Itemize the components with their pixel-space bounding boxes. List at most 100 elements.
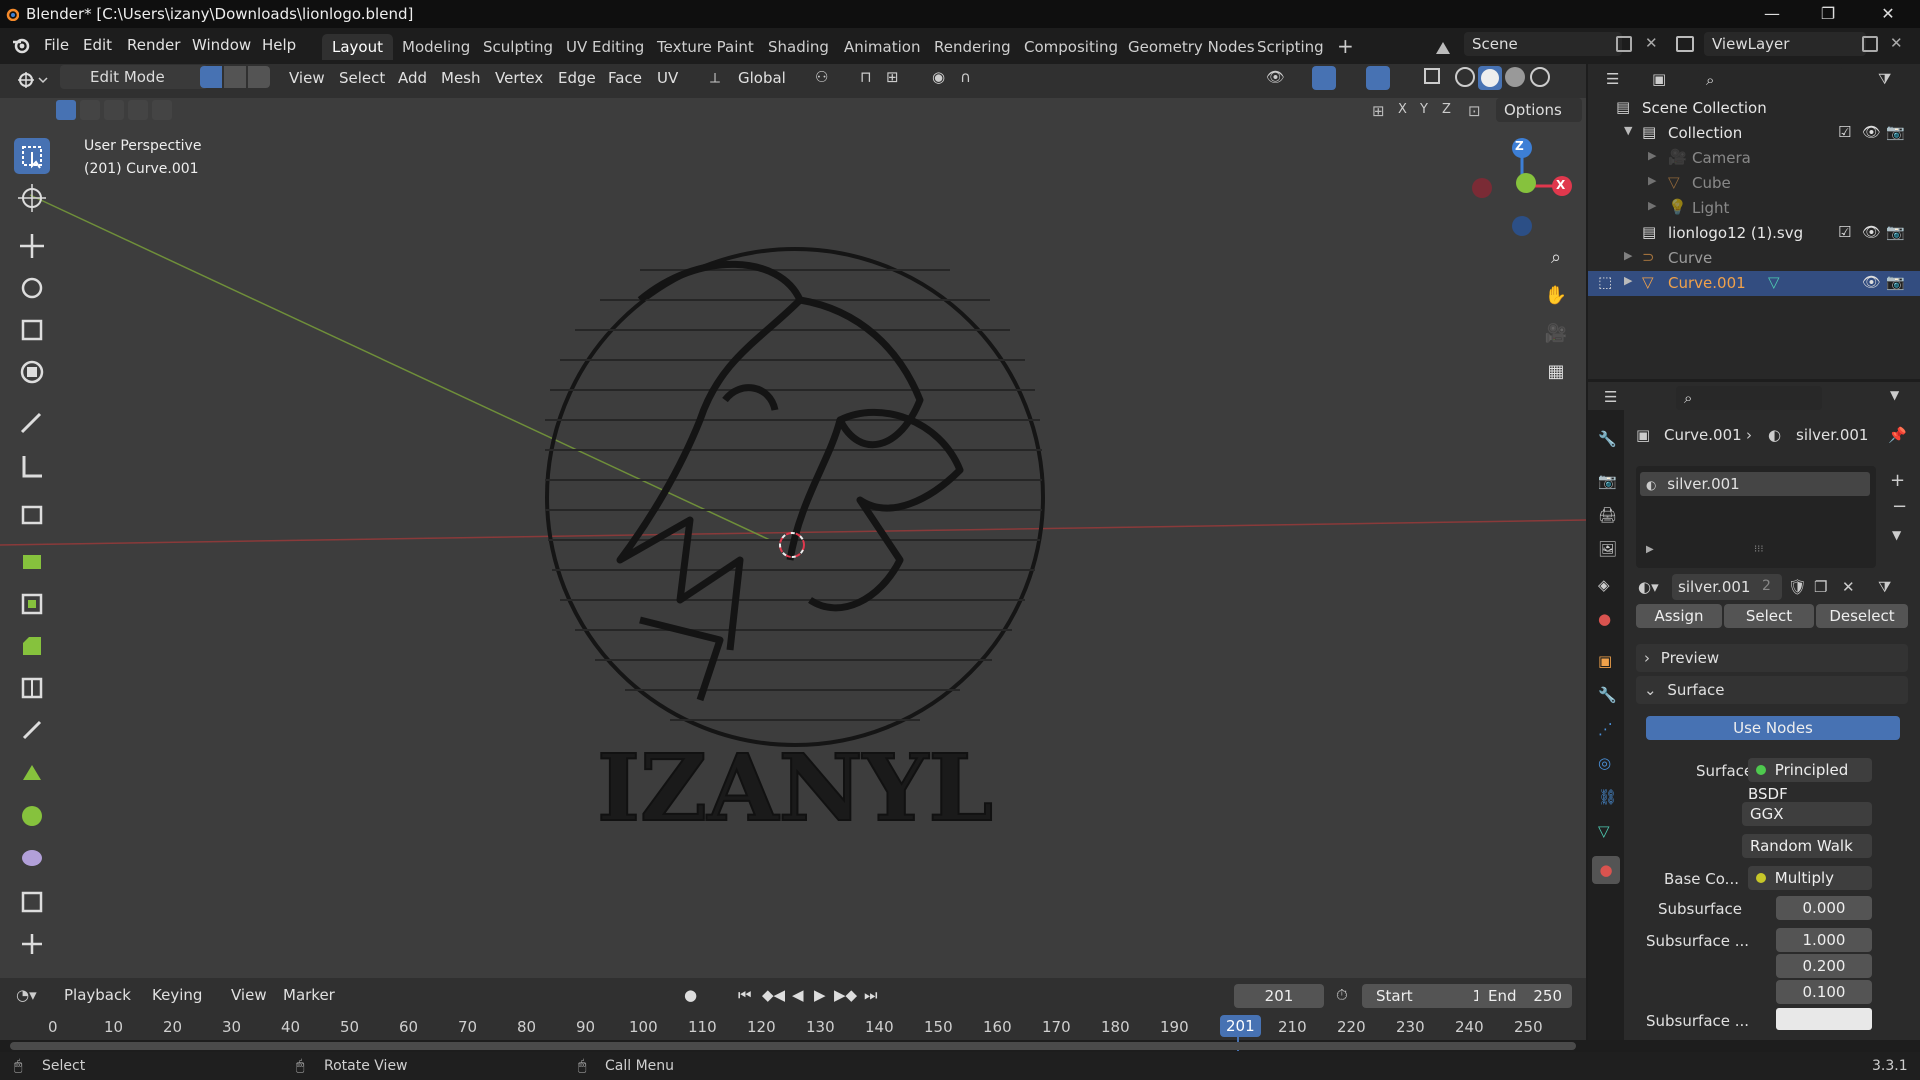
view-layer-field[interactable]: ViewLayer bbox=[1704, 32, 1866, 56]
menu-help[interactable]: Help bbox=[262, 36, 296, 54]
assign-button[interactable]: Assign bbox=[1636, 604, 1722, 628]
proportional-edit-icon[interactable]: ◉ bbox=[932, 68, 945, 86]
measure-tool-icon[interactable] bbox=[14, 448, 50, 484]
loop-cut-tool-icon[interactable] bbox=[14, 670, 50, 706]
object-tab-icon[interactable]: ▣ bbox=[1598, 652, 1612, 670]
pin-icon[interactable]: 📌 bbox=[1888, 426, 1907, 444]
playhead[interactable]: 201 bbox=[1220, 1015, 1261, 1037]
tool-tab-icon[interactable]: 🔧 bbox=[1598, 430, 1617, 448]
rotate-tool-icon[interactable] bbox=[14, 270, 50, 306]
modifier-tab-icon[interactable]: 🔧 bbox=[1598, 686, 1617, 704]
add-cube-tool-icon[interactable] bbox=[14, 496, 50, 532]
menu-edge[interactable]: Edge bbox=[558, 69, 596, 87]
select-box-tool-icon[interactable] bbox=[14, 138, 50, 174]
material-slot[interactable]: ◐ silver.001 bbox=[1640, 472, 1870, 496]
minimize-button[interactable]: — bbox=[1744, 0, 1800, 28]
view-layer-tab-icon[interactable]: 🖼 bbox=[1598, 540, 1617, 558]
maximize-button[interactable]: ❐ bbox=[1800, 0, 1856, 28]
camera-render-icon[interactable]: 📷 bbox=[1886, 123, 1905, 141]
pan-hand-icon[interactable]: ✋ bbox=[1538, 278, 1574, 314]
face-select-icon[interactable] bbox=[248, 66, 270, 88]
subsurface-method-dropdown[interactable]: Random Walk bbox=[1742, 834, 1872, 858]
outliner-row-light[interactable]: ▶ 💡 Light bbox=[1588, 196, 1920, 221]
options-dropdown[interactable]: Options bbox=[1496, 98, 1582, 122]
material-browse-icon[interactable]: ◐▾ bbox=[1638, 578, 1659, 596]
eye-icon[interactable]: 👁 bbox=[1862, 273, 1881, 291]
collapse-icon[interactable]: ▼ bbox=[1890, 388, 1899, 402]
jump-end-icon[interactable]: ⏭ bbox=[864, 986, 878, 1004]
select-extend-icon[interactable] bbox=[80, 100, 100, 120]
camera-view-icon[interactable]: 🎥 bbox=[1538, 316, 1574, 352]
knife-tool-icon[interactable] bbox=[14, 712, 50, 748]
select-subtract-icon[interactable] bbox=[104, 100, 124, 120]
wireframe-shading-icon[interactable] bbox=[1455, 67, 1475, 87]
select-invert-icon[interactable] bbox=[128, 100, 148, 120]
spin-tool-icon[interactable] bbox=[14, 798, 50, 834]
end-frame-field[interactable]: End 250 bbox=[1478, 984, 1572, 1008]
extrude-tool-icon[interactable] bbox=[14, 542, 50, 578]
zoom-icon[interactable]: ⌕ bbox=[1538, 240, 1574, 276]
checkbox-icon[interactable]: ☑ bbox=[1838, 223, 1851, 241]
tab-rendering[interactable]: Rendering bbox=[924, 34, 1021, 60]
camera-render-icon[interactable]: 📷 bbox=[1886, 223, 1905, 241]
tab-sculpting[interactable]: Sculpting bbox=[473, 34, 563, 60]
surface-shader-field[interactable]: Principled BSDF bbox=[1748, 758, 1872, 803]
expand-icon[interactable]: ▶ bbox=[1648, 174, 1656, 187]
tab-layout[interactable]: Layout bbox=[322, 34, 393, 60]
eye-icon[interactable]: 👁 bbox=[1862, 123, 1881, 141]
current-frame-field[interactable]: 201 bbox=[1234, 984, 1324, 1008]
menu-face[interactable]: Face bbox=[608, 69, 642, 87]
preview-panel-header[interactable]: › Preview bbox=[1636, 644, 1908, 672]
scene-field[interactable]: Scene bbox=[1464, 32, 1622, 56]
jump-start-icon[interactable]: ⏮ bbox=[738, 986, 752, 1004]
distribution-dropdown[interactable]: GGX bbox=[1742, 802, 1872, 826]
editor-type-icon[interactable] bbox=[14, 68, 48, 92]
ortho-toggle-icon[interactable]: ▦ bbox=[1538, 354, 1574, 390]
expand-icon[interactable]: ▶ bbox=[1648, 199, 1656, 212]
poly-build-tool-icon[interactable] bbox=[14, 756, 50, 792]
outliner-row-cube[interactable]: ▶ ▽ Cube bbox=[1588, 171, 1920, 196]
record-icon[interactable]: ● bbox=[684, 986, 697, 1004]
tab-geometry-nodes[interactable]: Geometry Nodes bbox=[1118, 34, 1265, 60]
eye-icon[interactable]: 👁 bbox=[1862, 223, 1881, 241]
outliner-row-svg-collection[interactable]: ▤ lionlogo12 (1).svg ☑ 👁 📷 bbox=[1588, 221, 1920, 246]
expand-icon[interactable]: ▶ bbox=[1624, 274, 1632, 287]
clock-icon[interactable]: ⏱ bbox=[1336, 986, 1348, 1004]
particles-tab-icon[interactable]: ⋰ bbox=[1598, 720, 1613, 738]
scene-selector-icon[interactable] bbox=[1432, 38, 1454, 58]
render-tab-icon[interactable]: 📷 bbox=[1598, 472, 1617, 490]
delete-view-layer-icon[interactable]: ✕ bbox=[1890, 34, 1903, 52]
gizmo-x-label[interactable]: X bbox=[1556, 178, 1565, 192]
smooth-tool-icon[interactable] bbox=[14, 840, 50, 876]
expand-icon[interactable]: ▶ bbox=[1648, 149, 1656, 162]
tab-compositing[interactable]: Compositing bbox=[1014, 34, 1128, 60]
tab-texture-paint[interactable]: Texture Paint bbox=[647, 34, 764, 60]
slot-menu-icon[interactable]: ▼ bbox=[1892, 528, 1901, 542]
solid-shading-icon[interactable] bbox=[1478, 66, 1502, 90]
menu-add[interactable]: Add bbox=[398, 69, 427, 87]
annotate-tool-icon[interactable] bbox=[14, 404, 50, 440]
gizmo-z-label[interactable]: Z bbox=[1515, 139, 1524, 153]
tab-animation[interactable]: Animation bbox=[834, 34, 930, 60]
scale-tool-icon[interactable] bbox=[14, 312, 50, 348]
mirror-x-button[interactable]: X bbox=[1398, 102, 1407, 117]
remove-slot-icon[interactable]: − bbox=[1892, 496, 1907, 517]
move-tool-icon[interactable] bbox=[14, 228, 50, 264]
resize-grip-icon[interactable]: ⁝⁝⁝ bbox=[1754, 544, 1764, 555]
outliner-row-camera[interactable]: ▶ 🎥 Camera bbox=[1588, 146, 1920, 171]
select-button[interactable]: Select bbox=[1724, 604, 1814, 628]
mesh-data-icon[interactable]: ▽ bbox=[1768, 273, 1780, 291]
play-reverse-icon[interactable]: ◀ bbox=[792, 986, 804, 1004]
snap-icon[interactable]: ⊓ bbox=[860, 68, 872, 86]
constraints-tab-icon[interactable]: ⛓ bbox=[1598, 788, 1617, 806]
expand-icon[interactable]: ▶ bbox=[1624, 249, 1632, 262]
menu-timeline-view[interactable]: View bbox=[231, 986, 267, 1004]
physics-tab-icon[interactable]: ◎ bbox=[1598, 754, 1611, 772]
menu-mesh[interactable]: Mesh bbox=[441, 69, 481, 87]
pivot-point-icon[interactable]: ⚇ bbox=[815, 68, 828, 86]
menu-playback[interactable]: Playback bbox=[64, 986, 131, 1004]
transform-tool-icon[interactable] bbox=[14, 354, 50, 390]
timeline-scrollbar[interactable] bbox=[10, 1042, 1576, 1050]
menu-edit[interactable]: Edit bbox=[83, 36, 112, 54]
outliner-row-curve-001[interactable]: ⬚ ▶ ▽ Curve.001 ▽ 👁 📷 bbox=[1588, 271, 1920, 296]
